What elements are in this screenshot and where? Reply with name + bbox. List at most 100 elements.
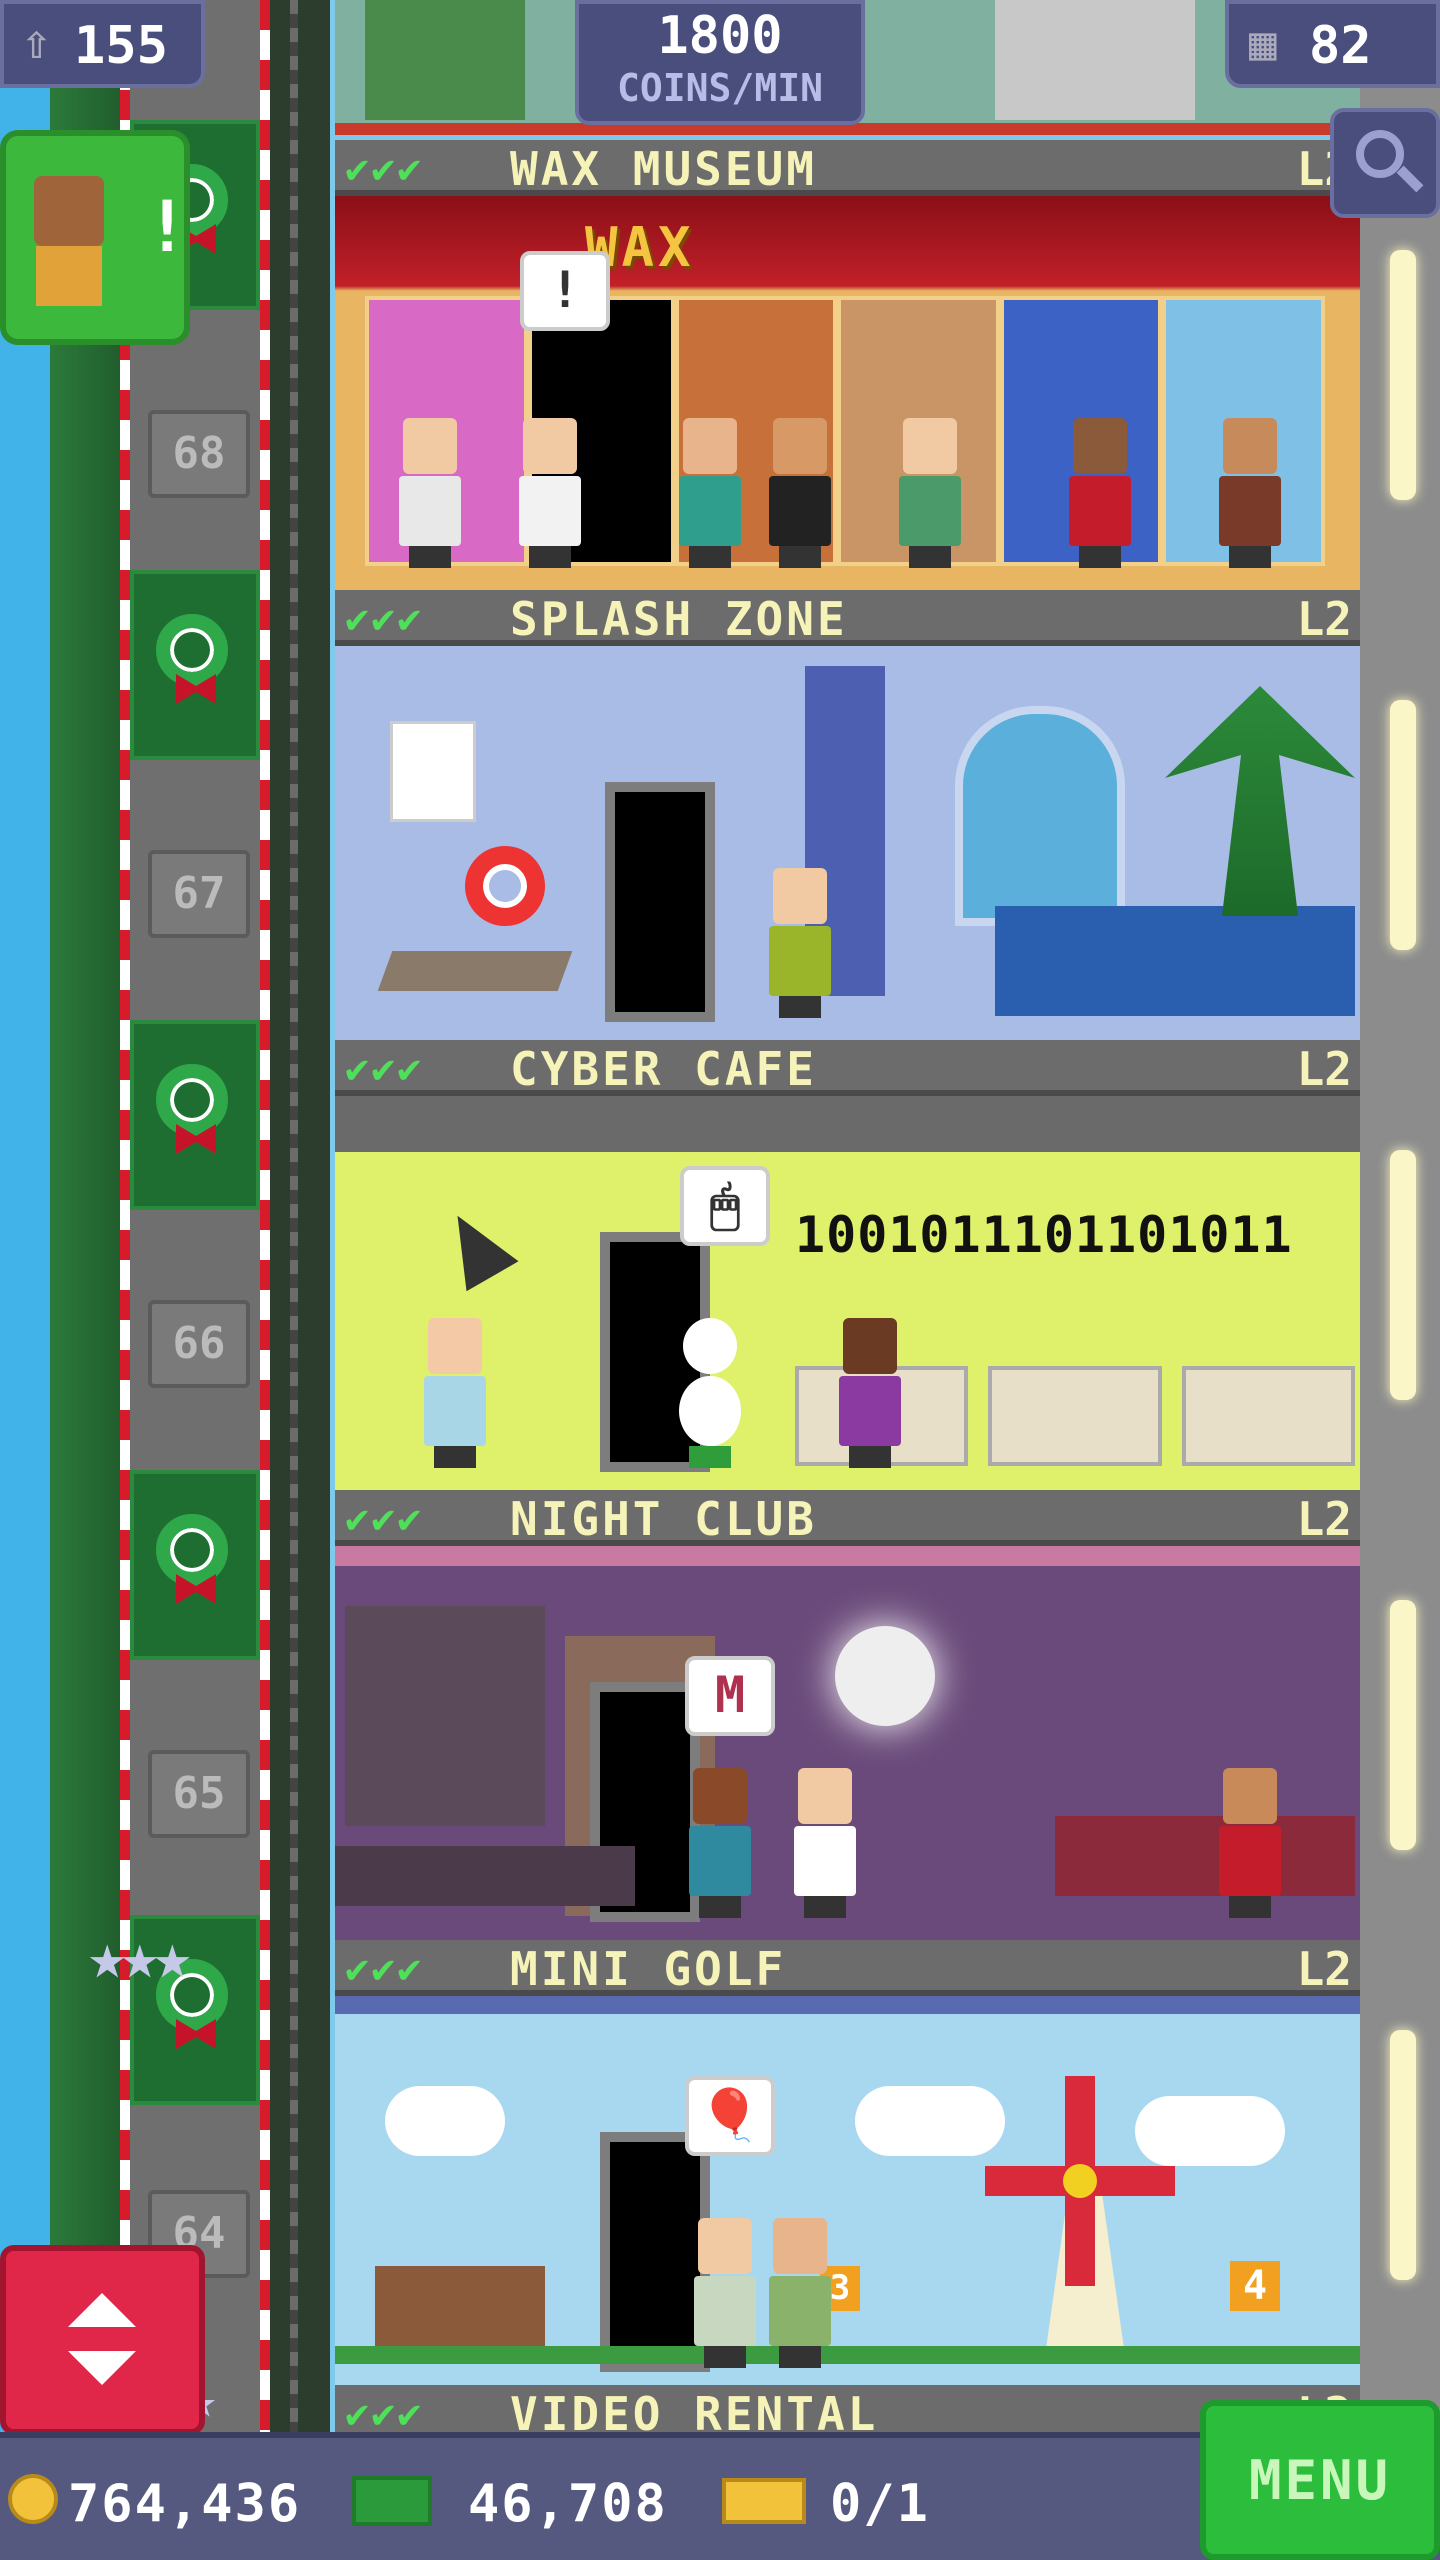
menu-button[interactable]: MENU — [1200, 2400, 1440, 2560]
tickets-value: 0/1 — [830, 2474, 930, 2534]
wax-figure — [765, 418, 835, 568]
bitizen-character[interactable] — [765, 868, 835, 1018]
floor-counter[interactable]: ▦ 82 — [1225, 0, 1440, 88]
hole-sign: 4 — [1230, 2261, 1280, 2311]
bitizen-character[interactable] — [1215, 1768, 1285, 1918]
bux-value: 46,708 — [468, 2474, 668, 2534]
room-name: SPLASH ZONE — [510, 592, 848, 646]
stock-checkmarks: ✔✔✔ — [345, 1496, 424, 1542]
ticket-icon — [722, 2478, 806, 2524]
room-level: L2 — [1296, 1942, 1352, 1996]
wall-lamp — [1390, 2030, 1416, 2280]
room-wax-museum[interactable]: ✔✔✔ WAX MUSEUM L2 WAX ! — [335, 140, 1360, 590]
room-name: MINI GOLF — [510, 1942, 787, 1996]
visitor-notification[interactable]: ! — [0, 130, 190, 345]
room-level: L2 — [1296, 1492, 1352, 1546]
entrance-door — [605, 782, 715, 1022]
population-value: 155 — [74, 16, 168, 76]
sky-background — [0, 0, 50, 2560]
bitizen-character[interactable] — [685, 1768, 755, 1918]
stock-checkmarks: ✔✔✔ — [345, 146, 424, 192]
stock-checkmarks: ✔✔✔ — [345, 2391, 424, 2437]
computer-station — [1181, 1366, 1355, 1466]
wax-figure — [395, 418, 465, 568]
stock-checkmarks: ✔✔✔ — [345, 596, 424, 642]
wall-lamp — [1390, 700, 1416, 950]
palm-tree — [1165, 686, 1355, 916]
bar-shelves — [345, 1606, 545, 1826]
bitizen-character[interactable] — [835, 1318, 905, 1468]
lobby-picture — [365, 0, 525, 120]
tower-divider — [270, 0, 330, 2560]
windmill — [985, 2076, 1175, 2356]
velvet-rope-lounge — [1055, 1816, 1355, 1896]
room-label-bar: ✔✔✔ WAX MUSEUM L2 — [335, 140, 1360, 196]
wall-lamp — [1390, 1600, 1416, 1850]
window — [955, 706, 1125, 926]
room-level: L2 — [1296, 592, 1352, 646]
disco-ball — [835, 1626, 935, 1726]
wax-figure — [1215, 418, 1285, 568]
wall-lamp — [1390, 1150, 1416, 1400]
room-name: WAX MUSEUM — [510, 142, 817, 196]
bitizen-character[interactable] — [690, 2218, 760, 2368]
population-icon: ⇧ — [22, 14, 51, 70]
cloud-decoration — [385, 2086, 505, 2156]
room-scene — [335, 646, 1360, 1040]
room-night-club[interactable]: ✔✔✔ NIGHT CLUB L2 M — [335, 1490, 1360, 1940]
room-name: NIGHT CLUB — [510, 1492, 817, 1546]
room-label-bar: ✔✔✔ SPLASH ZONE L2 — [335, 590, 1360, 646]
life-ring — [465, 846, 545, 926]
coins-rate-value: 1800 — [657, 6, 783, 66]
elevator-shaft-wall — [50, 0, 130, 2560]
snowman-character[interactable] — [675, 1318, 745, 1468]
bitizen-character[interactable] — [420, 1318, 490, 1468]
binary-wall-text: 1001011101101011 — [795, 1206, 1293, 1264]
search-button[interactable] — [1330, 108, 1440, 218]
arrow-down-icon — [68, 2351, 136, 2385]
putting-green — [335, 2346, 1360, 2364]
floor-count-value: 82 — [1309, 16, 1372, 76]
room-splash-zone[interactable]: ✔✔✔ SPLASH ZONE L2 — [335, 590, 1360, 1040]
stock-checkmarks: ✔✔✔ — [345, 1946, 424, 1992]
bar-counter — [335, 1846, 635, 1906]
wall-lamp — [1390, 250, 1416, 500]
room-scene: 1001011101101011 🖱 — [335, 1096, 1360, 1490]
building-icon: ▦ — [1249, 16, 1277, 70]
room-scene: M — [335, 1546, 1360, 1940]
arrow-up-icon — [68, 2293, 136, 2327]
floor-number: 66 — [148, 1300, 250, 1388]
coins-rate-panel: 1800 COINS/MIN — [575, 0, 865, 125]
room-label-bar: ✔✔✔ NIGHT CLUB L2 — [335, 1490, 1360, 1546]
lounge-chair — [377, 951, 573, 991]
cloud-decoration — [855, 2086, 1005, 2156]
speech-bubble-balloons: 🎈 — [685, 2076, 775, 2156]
slot-machines — [995, 0, 1195, 120]
room-mini-golf[interactable]: ✔✔✔ MINI GOLF L2 4 3 🎈 — [335, 1940, 1360, 2390]
top-hud: ⇧ 155 1800 COINS/MIN ▦ 82 — [0, 0, 1440, 135]
tower-right-wall — [1360, 0, 1440, 2560]
bitizen-character[interactable] — [515, 418, 585, 568]
bitizen-character[interactable] — [895, 418, 965, 568]
population-counter[interactable]: ⇧ 155 — [0, 0, 205, 88]
speech-bubble: ! — [520, 251, 610, 331]
wax-figure — [1065, 418, 1135, 568]
pool — [995, 906, 1355, 1016]
notice-poster — [390, 721, 476, 822]
elevator-button[interactable] — [0, 2245, 205, 2435]
coins-rate-unit: COINS/MIN — [617, 66, 823, 110]
floor-star-rating: ★★★ — [88, 1920, 192, 1994]
bitizen-character[interactable] — [675, 418, 745, 568]
bitizen-character[interactable] — [765, 2218, 835, 2368]
visitor-avatar — [34, 176, 104, 246]
stock-checkmarks: ✔✔✔ — [345, 1046, 424, 1092]
room-scene: WAX ! — [335, 196, 1360, 590]
speech-bubble: M — [685, 1656, 775, 1736]
floor-number: 68 — [148, 410, 250, 498]
cursor-icon — [431, 1200, 519, 1292]
coins-value: 764,436 — [68, 2474, 302, 2534]
bitizen-character[interactable] — [790, 1768, 860, 1918]
alert-mark: ! — [146, 186, 189, 268]
speech-bubble-mouse: 🖱 — [680, 1166, 770, 1246]
room-cyber-cafe[interactable]: ✔✔✔ CYBER CAFE L2 1001011101101011 🖱 — [335, 1040, 1360, 1490]
